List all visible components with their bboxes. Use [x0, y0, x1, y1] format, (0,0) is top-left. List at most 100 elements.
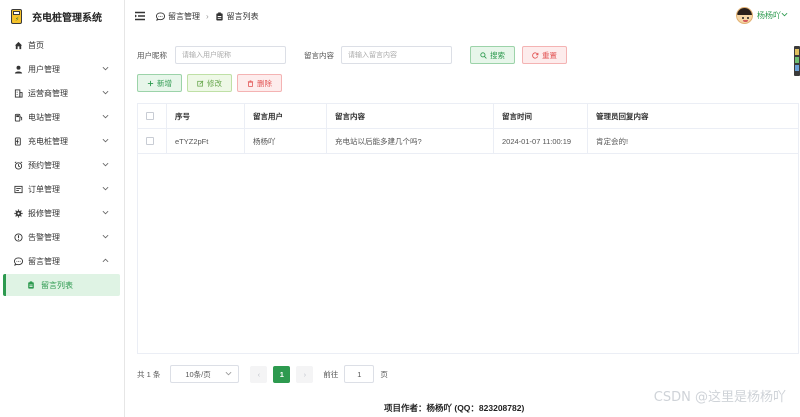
- edit-button-label: 修改: [207, 78, 222, 88]
- chevron-down-icon: [102, 113, 110, 121]
- order-icon: [13, 184, 23, 194]
- breadcrumb-item[interactable]: 留言管理: [168, 11, 200, 22]
- breadcrumb: 留言管理 › 留言列表: [156, 11, 259, 22]
- trash-icon: [247, 79, 254, 87]
- column-header[interactable]: 管理员回复内容: [588, 104, 798, 129]
- sidebar-item-stations[interactable]: 电站管理: [0, 105, 124, 129]
- chevron-down-icon: [102, 137, 110, 145]
- content-input[interactable]: 请输入留言内容: [341, 46, 452, 64]
- chevron-down-icon: [102, 233, 110, 241]
- search-form: 用户昵称 请输入用户昵称 留言内容 请输入留言内容 搜索 重置: [137, 46, 567, 64]
- sidebar-item-label: 充电桩管理: [28, 136, 68, 146]
- chevron-down-icon: [102, 185, 110, 193]
- nickname-input[interactable]: 请输入用户昵称: [175, 46, 286, 64]
- table-cell: eTYZ2pFt: [167, 128, 245, 154]
- chevron-down-icon: [225, 370, 232, 379]
- building-icon: [13, 88, 23, 98]
- alarm-clock-icon: [13, 160, 23, 170]
- row-select-cell: [138, 128, 167, 154]
- prev-page-button[interactable]: ‹: [250, 365, 268, 383]
- reset-button[interactable]: 重置: [522, 46, 567, 64]
- table-cell: 肯定会的!: [596, 136, 629, 146]
- table-header-row: 序号 留言用户 留言内容 留言时间 管理员回复内容: [138, 103, 798, 129]
- nickname-label: 用户昵称: [137, 50, 167, 60]
- clipboard-icon: [215, 11, 224, 21]
- goto-page-input[interactable]: 1: [344, 365, 375, 383]
- sidebar-item-label: 运营商管理: [28, 88, 68, 98]
- chevron-down-icon: [102, 65, 110, 73]
- sidebar-item-users[interactable]: 用户管理: [0, 57, 124, 81]
- chevron-right-icon: ›: [303, 369, 307, 379]
- app-title: 充电桩管理系统: [32, 12, 102, 24]
- sidebar-item-chargers[interactable]: 充电桩管理: [0, 129, 124, 153]
- user-icon: [13, 64, 23, 74]
- add-button-label: 新增: [157, 78, 172, 88]
- page-number-current[interactable]: 1: [273, 365, 291, 383]
- delete-button[interactable]: 删除: [237, 74, 282, 92]
- chevron-down-icon: [102, 89, 110, 97]
- column-header[interactable]: 留言用户: [245, 103, 327, 129]
- sidebar-item-operators[interactable]: 运营商管理: [0, 81, 124, 105]
- sidebar-item-repairs[interactable]: 报修管理: [0, 201, 124, 225]
- table-cell: 杨杨吖: [245, 128, 327, 154]
- column-header[interactable]: 留言内容: [327, 103, 494, 129]
- alert-icon: [13, 232, 23, 242]
- action-bar: 新增 修改 删除: [137, 74, 282, 92]
- chevron-down-icon: [781, 11, 788, 20]
- chat-icon: [13, 256, 23, 266]
- menu-fold-icon[interactable]: [134, 11, 146, 21]
- plus-icon: [147, 80, 154, 86]
- charger-icon: [13, 136, 23, 146]
- add-button[interactable]: 新增: [137, 74, 182, 92]
- footer-text: 项目作者：杨杨吖 (QQ：823208782): [384, 403, 525, 413]
- sidebar-item-label: 告警管理: [28, 232, 60, 242]
- refresh-icon: [532, 51, 539, 59]
- gear-icon: [13, 208, 23, 218]
- sidebar-subitem-message-list[interactable]: 留言列表: [3, 274, 120, 296]
- avatar: [736, 7, 753, 24]
- sidebar-item-reservations[interactable]: 预约管理: [0, 153, 124, 177]
- pagination: 共 1 条 10条/页 ‹ 1 › 前往 1 页: [137, 365, 388, 383]
- sidebar-item-home[interactable]: 首页: [0, 33, 124, 57]
- user-name: 杨杨吖: [757, 11, 781, 20]
- clipboard-icon: [27, 281, 36, 290]
- chevron-left-icon: ‹: [257, 369, 261, 379]
- search-button[interactable]: 搜索: [470, 46, 515, 64]
- total-count: 共 1 条: [137, 369, 161, 379]
- table-row[interactable]: eTYZ2pFt 杨杨吖 充电站以后能多建几个吗? 2024-01-07 11:…: [138, 128, 798, 154]
- next-page-button[interactable]: ›: [296, 365, 314, 383]
- charger-logo-icon: ⚡: [10, 7, 26, 25]
- reset-button-label: 重置: [542, 50, 557, 60]
- column-header[interactable]: 序号: [167, 103, 245, 129]
- chevron-down-icon: [102, 161, 110, 169]
- column-header[interactable]: 留言时间: [494, 103, 588, 129]
- header: 留言管理 › 留言列表 杨杨吖: [125, 0, 800, 32]
- scrollbar-thumb[interactable]: [794, 46, 800, 76]
- sidebar-item-messages[interactable]: 留言管理: [0, 249, 124, 273]
- goto-label: 前往: [323, 369, 339, 379]
- user-menu[interactable]: 杨杨吖: [736, 7, 788, 24]
- sidebar: ⚡ 充电桩管理系统 首页 用户管理 运营商管理 电站管理 充电桩管理 预约管理 …: [0, 0, 125, 417]
- brand: ⚡ 充电桩管理系统: [0, 0, 124, 32]
- sidebar-item-orders[interactable]: 订单管理: [0, 177, 124, 201]
- sidebar-item-label: 用户管理: [28, 64, 60, 74]
- sidebar-item-label: 留言管理: [28, 256, 60, 266]
- select-all-cell: [138, 103, 167, 129]
- select-all-checkbox[interactable]: [146, 112, 154, 120]
- page-suffix: 页: [380, 369, 388, 379]
- sidebar-item-alerts[interactable]: 告警管理: [0, 225, 124, 249]
- home-icon: [13, 40, 23, 50]
- sidebar-subitem-label: 留言列表: [41, 280, 73, 290]
- edit-button[interactable]: 修改: [187, 74, 232, 92]
- search-button-label: 搜索: [490, 50, 505, 60]
- sidebar-item-label: 预约管理: [28, 160, 60, 170]
- edit-icon: [197, 80, 204, 87]
- chat-icon: [156, 11, 165, 21]
- content-label: 留言内容: [304, 50, 334, 60]
- message-table: 序号 留言用户 留言内容 留言时间 管理员回复内容 eTYZ2pFt 杨杨吖 充…: [137, 103, 799, 354]
- page-size-select[interactable]: 10条/页: [170, 365, 240, 383]
- table-cell: 2024-01-07 11:00:19: [494, 128, 588, 154]
- chevron-down-icon: [102, 209, 110, 217]
- breadcrumb-item: 留言列表: [226, 11, 259, 21]
- row-checkbox[interactable]: [146, 137, 154, 145]
